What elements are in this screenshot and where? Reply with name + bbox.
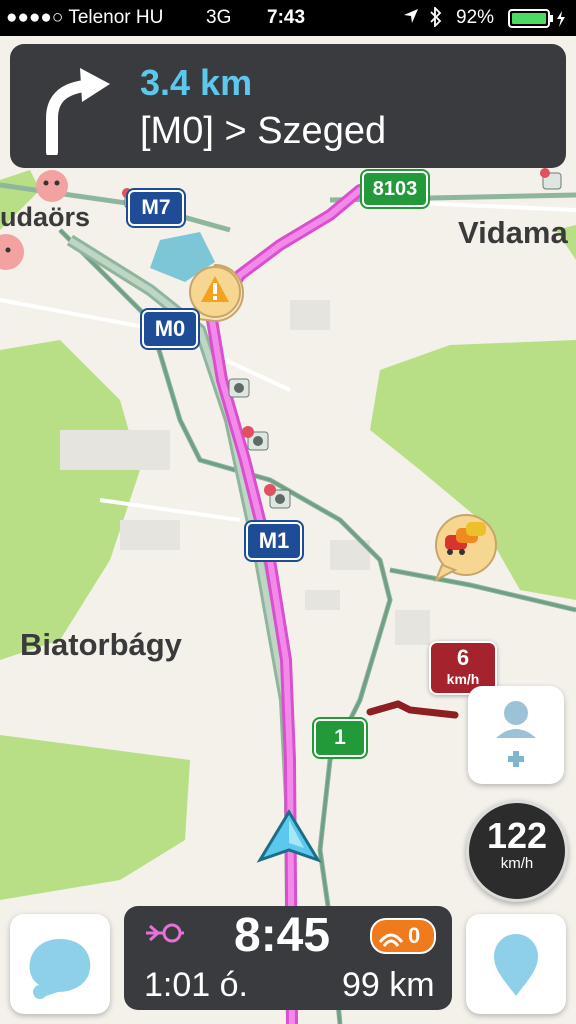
traffic-signal-icon	[378, 933, 404, 947]
road-shield-m1: M1	[246, 522, 302, 560]
location-arrow-icon	[403, 8, 419, 30]
waze-chat-icon	[29, 939, 91, 999]
road-shield-8103: 8103	[362, 171, 428, 207]
turn-destination: [M0] > Szeged	[140, 110, 387, 152]
speed-value: 122	[486, 815, 548, 856]
menu-button[interactable]	[10, 914, 110, 1014]
battery-percent: 92%	[456, 7, 495, 28]
bluetooth-icon	[429, 5, 443, 33]
map-place-label: udaörs	[0, 202, 91, 232]
status-bar: ●●●●○ Telenor HU 3G 7:43 92%	[0, 0, 576, 36]
speedometer: 122 km/h	[466, 800, 568, 902]
speed-camera-icon	[228, 378, 250, 398]
turn-distance: 3.4 km	[140, 62, 253, 103]
report-pin-button[interactable]	[466, 914, 566, 1014]
map-place-label: Biatorbágy	[20, 627, 182, 662]
trip-duration: 1:01 ó.	[144, 966, 248, 1004]
add-contact-button[interactable]	[468, 686, 564, 784]
traffic-count: 0	[408, 923, 421, 948]
speed-unit: km/h	[500, 855, 534, 872]
clock-label: 7:43	[267, 7, 306, 28]
person-plus-icon	[496, 701, 536, 767]
speed-report-value: 6	[456, 645, 470, 670]
navigation-banner[interactable]: 3.4 km [M0] > Szeged	[10, 44, 566, 168]
traffic-badge[interactable]: 0	[370, 918, 436, 954]
road-shield-1: 1	[314, 719, 366, 757]
route-options-icon[interactable]	[144, 918, 192, 953]
network-label: 3G	[206, 7, 232, 28]
trip-panel[interactable]: 8:45 0 1:01 ó. 99 km	[124, 906, 452, 1010]
eta-time: 8:45	[234, 909, 331, 962]
road-shield-m7: M7	[128, 190, 184, 226]
location-pin-icon	[494, 934, 538, 996]
speed-report-unit: km/h	[446, 671, 480, 687]
hazard-alert-icon	[188, 263, 244, 323]
carrier-label: ●●●●○ Telenor HU	[6, 7, 164, 28]
map-place-label: Vidama	[458, 215, 568, 250]
battery-icon	[508, 9, 568, 35]
road-shield-m0: M0	[142, 310, 198, 348]
trip-distance: 99 km	[342, 966, 435, 1004]
turn-right-arrow-icon	[30, 60, 120, 158]
